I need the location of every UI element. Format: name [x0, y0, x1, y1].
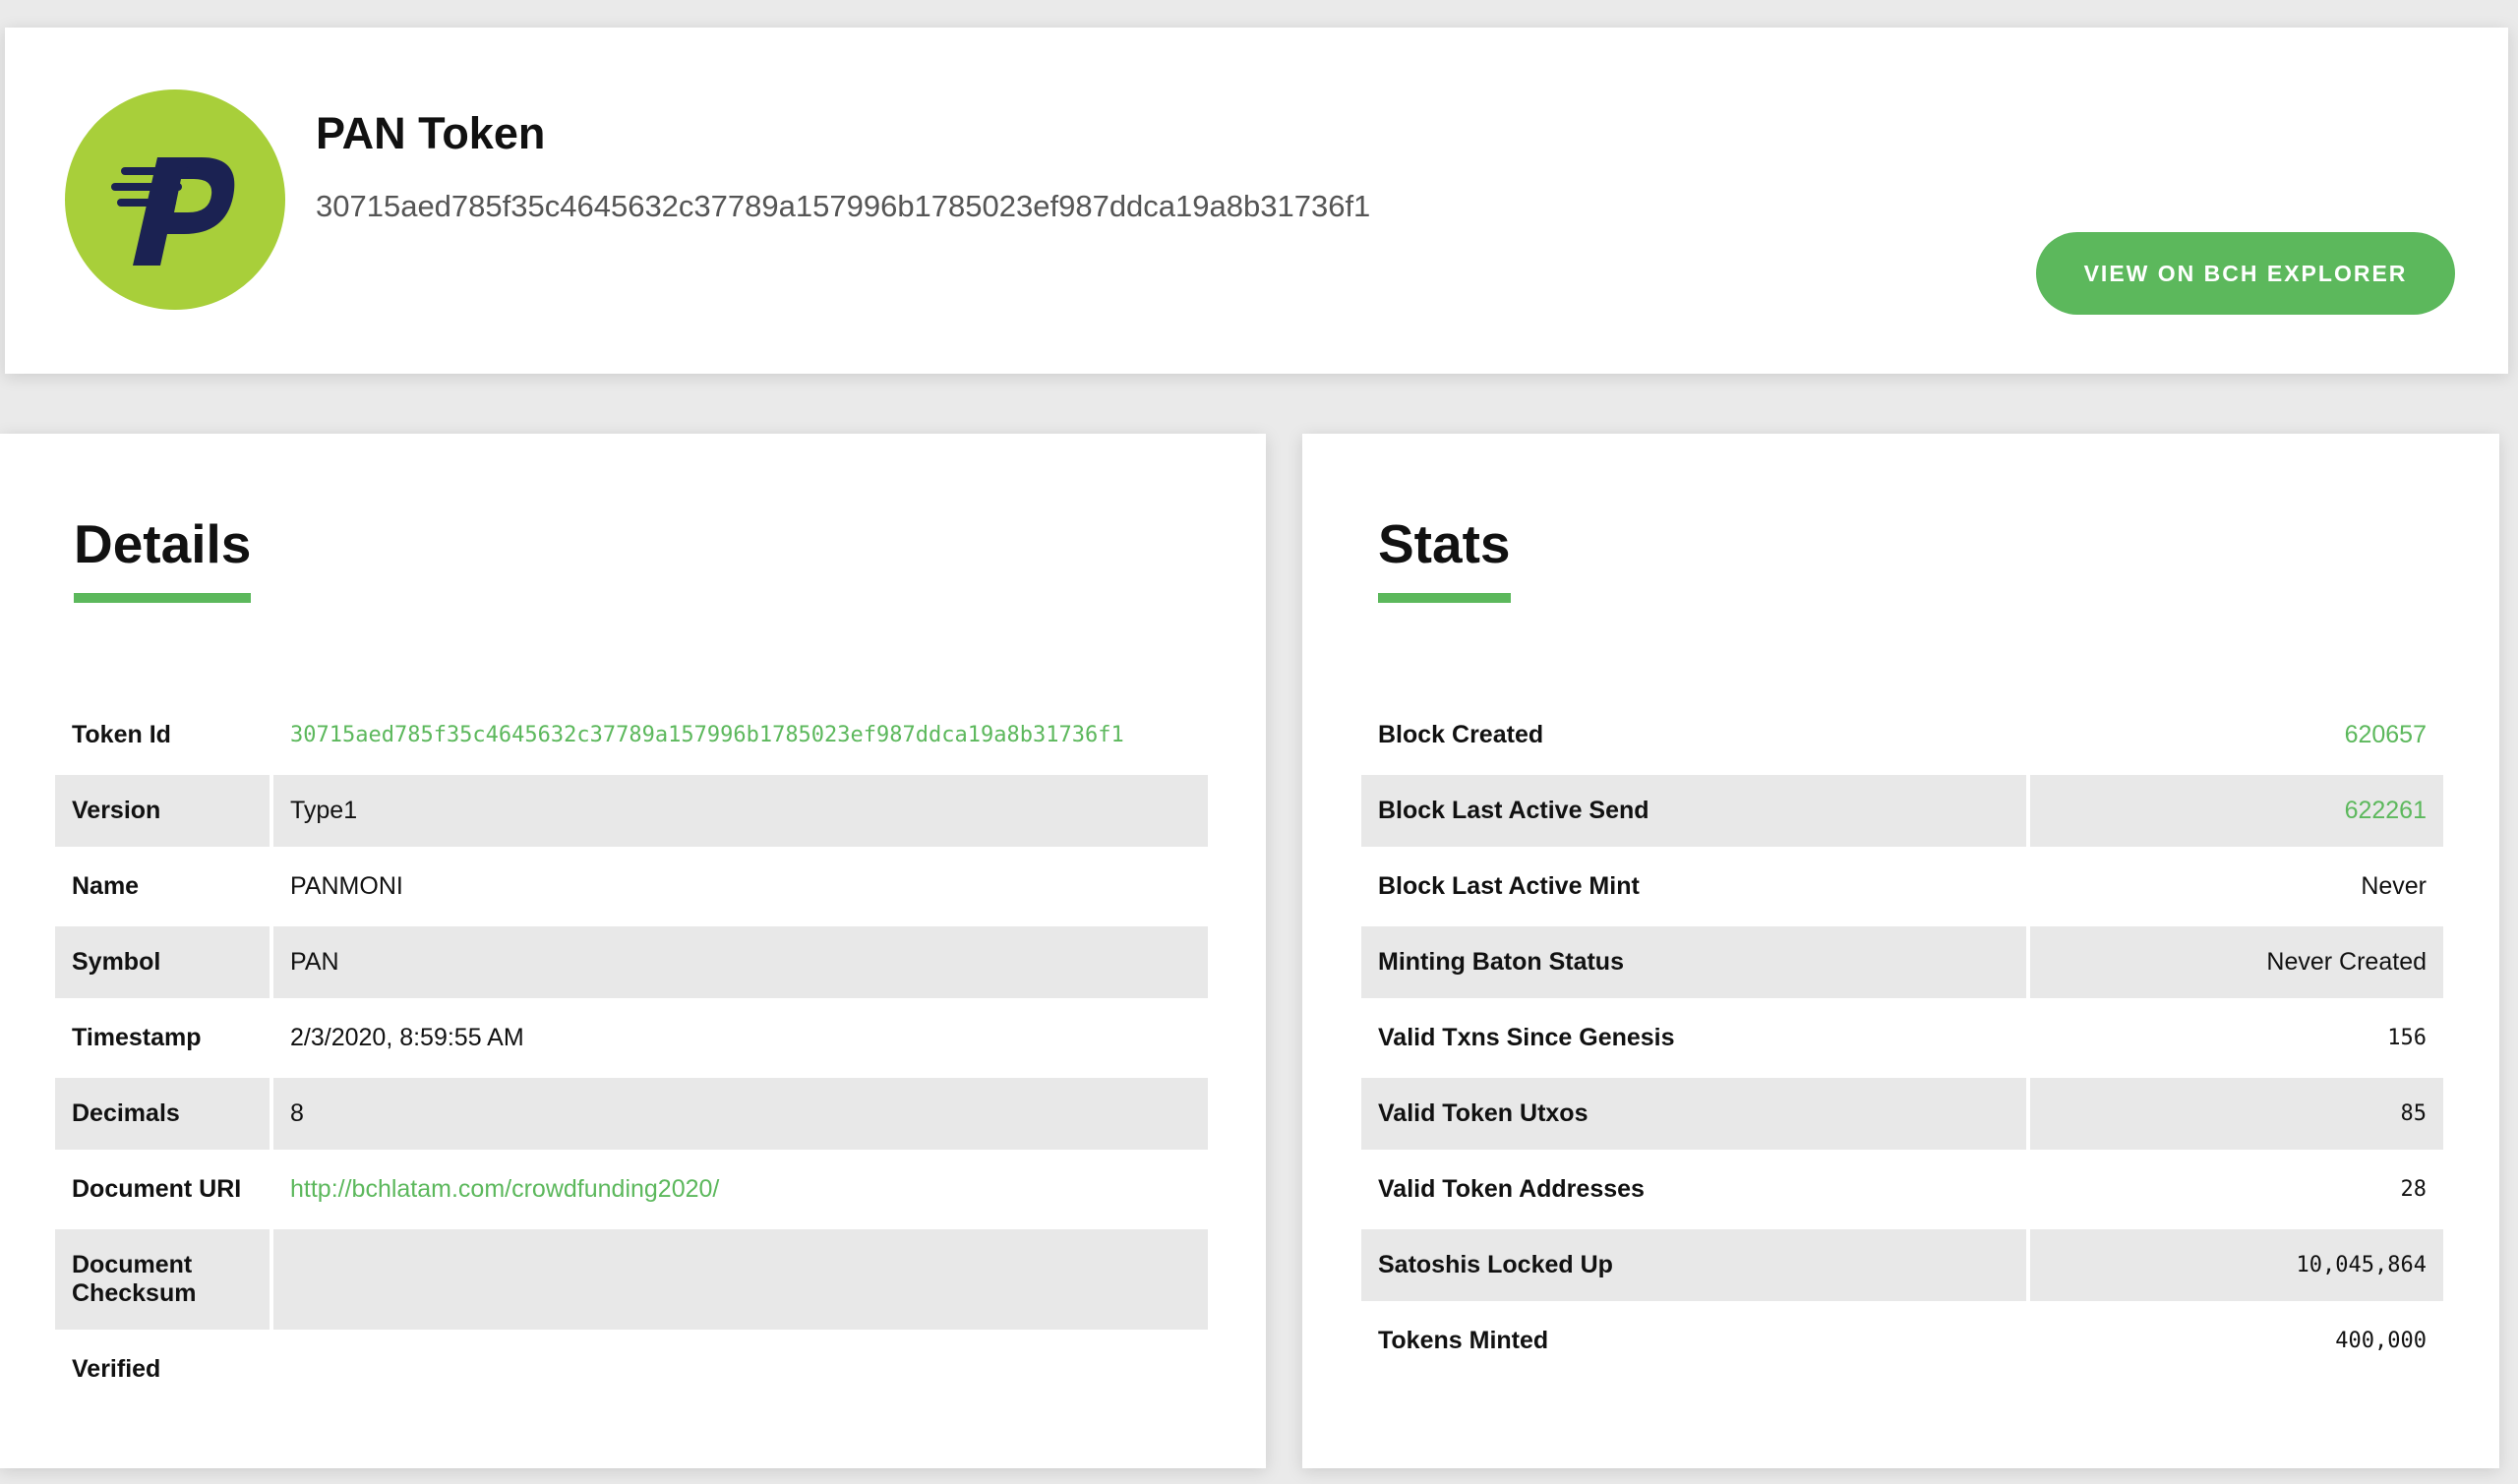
row-label: Document Checksum — [55, 1229, 270, 1330]
table-row: Version Type1 — [55, 775, 1208, 847]
row-value: Type1 — [273, 775, 1208, 847]
table-row: Decimals 8 — [55, 1078, 1208, 1150]
row-label: Valid Token Utxos — [1361, 1078, 2026, 1150]
table-row: Token Id 30715aed785f35c4645632c37789a15… — [55, 699, 1208, 771]
block-last-send-link[interactable]: 622261 — [2030, 775, 2443, 847]
row-value — [273, 1334, 1208, 1405]
row-label: Document URI — [72, 1175, 242, 1203]
panmoni-logo-icon — [65, 89, 285, 310]
row-label: Minting Baton Status — [1361, 926, 2026, 998]
table-row: Minting Baton Status Never Created — [1361, 926, 2443, 998]
table-row: Block Last Active Mint Never — [1361, 851, 2443, 922]
token-title: PAN Token — [316, 108, 546, 158]
table-row: Valid Token Utxos 85 — [1361, 1078, 2443, 1150]
row-label: Decimals — [55, 1078, 270, 1150]
table-row: Block Created 620657 — [1361, 699, 2443, 771]
table-row: Document URI http://bchlatam.com/crowdfu… — [55, 1154, 1208, 1225]
row-label: Block Last Active Mint — [1378, 872, 1640, 900]
table-row: Name PANMONI — [55, 851, 1208, 922]
row-value: Never — [2361, 872, 2427, 900]
row-value: 10,045,864 — [2030, 1229, 2443, 1301]
row-value: 156 — [2387, 1026, 2427, 1050]
row-value: 8 — [273, 1078, 1208, 1150]
table-row: Block Last Active Send 622261 — [1361, 775, 2443, 847]
row-label: Name — [72, 872, 140, 900]
table-row: Valid Token Addresses 28 — [1361, 1154, 2443, 1225]
row-label: Block Created — [1378, 721, 1544, 748]
table-row: Satoshis Locked Up 10,045,864 — [1361, 1229, 2443, 1301]
table-row: Document Checksum — [55, 1229, 1208, 1330]
details-title: Details — [74, 512, 252, 603]
row-value: 2/3/2020, 8:59:55 AM — [290, 1024, 524, 1051]
row-value — [273, 1229, 1208, 1330]
table-row: Timestamp 2/3/2020, 8:59:55 AM — [55, 1002, 1208, 1074]
row-label: Version — [55, 775, 270, 847]
document-uri-link[interactable]: http://bchlatam.com/crowdfunding2020/ — [273, 1154, 1208, 1225]
stats-title: Stats — [1378, 512, 1511, 603]
token-hash: 30715aed785f35c4645632c37789a157996b1785… — [316, 189, 1371, 223]
row-label: Tokens Minted — [1378, 1327, 1549, 1354]
block-created-link[interactable]: 620657 — [2030, 699, 2443, 771]
row-label: Timestamp — [72, 1024, 202, 1051]
row-label: Symbol — [55, 926, 270, 998]
row-value: Never Created — [2030, 926, 2443, 998]
table-row: Symbol PAN — [55, 926, 1208, 998]
row-label: Satoshis Locked Up — [1361, 1229, 2026, 1301]
token-header-card: PAN Token 30715aed785f35c4645632c37789a1… — [5, 28, 2508, 374]
row-value: PANMONI — [290, 872, 403, 900]
row-label: Token Id — [72, 721, 171, 748]
row-label: Valid Token Addresses — [1378, 1175, 1645, 1203]
stats-table: Block Created 620657 Block Last Active S… — [1357, 695, 2447, 1381]
details-table: Token Id 30715aed785f35c4645632c37789a15… — [51, 695, 1212, 1409]
row-label: Valid Txns Since Genesis — [1378, 1024, 1675, 1051]
row-label: Block Last Active Send — [1361, 775, 2026, 847]
token-id-link[interactable]: 30715aed785f35c4645632c37789a157996b1785… — [273, 699, 1208, 771]
view-on-bch-explorer-button[interactable]: VIEW ON BCH EXPLORER — [2036, 232, 2455, 315]
row-label: Verified — [72, 1355, 161, 1383]
row-value: 85 — [2030, 1078, 2443, 1150]
row-value: PAN — [273, 926, 1208, 998]
table-row: Tokens Minted 400,000 — [1361, 1305, 2443, 1377]
row-value: 28 — [2400, 1177, 2428, 1202]
row-value: 400,000 — [2335, 1329, 2427, 1353]
table-row: Verified — [55, 1334, 1208, 1405]
table-row: Valid Txns Since Genesis 156 — [1361, 1002, 2443, 1074]
